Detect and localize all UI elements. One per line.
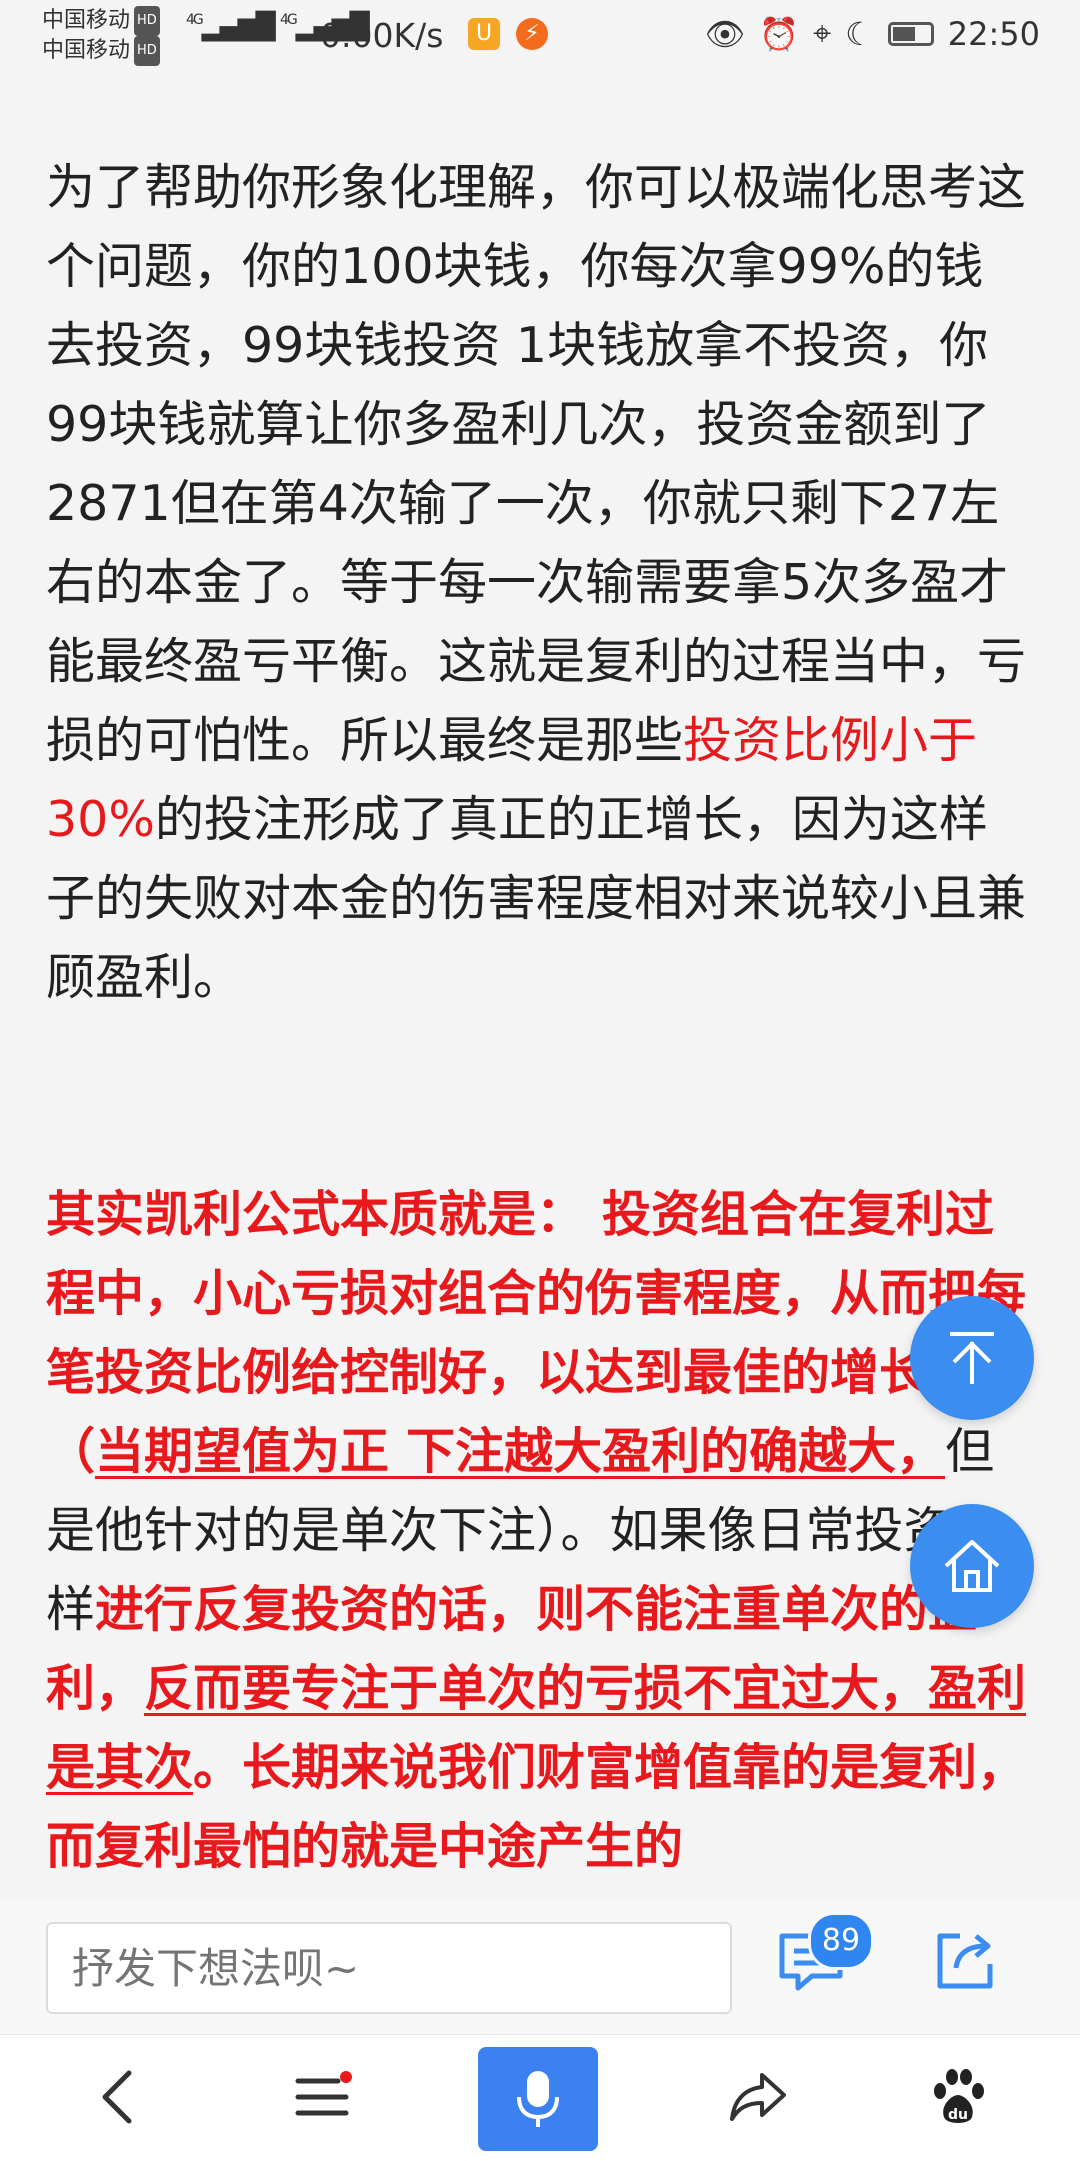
back-icon xyxy=(102,2070,132,2124)
menu-button[interactable] xyxy=(282,2057,362,2137)
back-to-top-icon xyxy=(950,1332,994,1384)
carrier-2-label: 中国移动 xyxy=(42,38,131,63)
status-icons: 👁 ⏰ ⌖ ☾ 22:50 xyxy=(705,14,1040,53)
hd-badge: HD xyxy=(134,36,160,66)
article-content: 为了帮助你形象化理解，你可以极端化思考这个问题，你的100块钱，你每次拿99%的… xyxy=(46,148,1030,1898)
location-icon: ⌖ xyxy=(813,14,832,52)
app-notification-icon: U xyxy=(468,18,500,50)
clock-time: 22:50 xyxy=(947,14,1040,53)
back-to-top-button[interactable] xyxy=(910,1296,1034,1420)
baidu-home-button[interactable]: du xyxy=(918,2057,998,2137)
article-paragraph-2: 其实凯利公式本质就是： 投资组合在复利过程中，小心亏损对组合的伤害程度，从而把每… xyxy=(46,1175,1030,1886)
share-box-icon xyxy=(937,1933,993,1989)
forward-share-button[interactable] xyxy=(718,2057,798,2137)
comment-input[interactable] xyxy=(46,1922,732,2014)
network-speed: 0.00K/s xyxy=(320,16,444,55)
status-bar: 中国移动 HD 中国移动 HD 4G▂▄▆█ 4G▂▄▆█ 0.00K/s U ⚡ … xyxy=(0,0,1080,72)
bottom-nav-bar: du xyxy=(0,2034,1080,2161)
article-paragraph-1: 为了帮助你形象化理解，你可以极端化思考这个问题，你的100块钱，你每次拿99%的… xyxy=(46,148,1030,1017)
comment-count-badge: 89 xyxy=(808,1912,874,1970)
highlighted-text: 。长期来说我们财富增值靠的是复利，而复利最怕的就是中途产生的 xyxy=(46,1739,1027,1875)
baidu-paw-icon: du xyxy=(934,2069,984,2123)
comment-bar: 89 xyxy=(0,1902,1080,2034)
home-icon xyxy=(944,1540,1000,1592)
carrier-info: 中国移动 HD 中国移动 HD xyxy=(42,6,160,66)
eye-icon: 👁 xyxy=(704,14,746,53)
back-button[interactable] xyxy=(78,2057,158,2137)
home-button[interactable] xyxy=(910,1504,1034,1628)
alarm-icon: ⏰ xyxy=(759,14,800,53)
moon-icon: ☾ xyxy=(845,14,874,53)
mic-icon xyxy=(517,2071,559,2127)
menu-icon xyxy=(295,2071,352,2116)
app-notification-icon: ⚡ xyxy=(516,18,548,50)
highlighted-underlined-text: 当期望值为正 下注越大盈利的确越大， xyxy=(95,1423,946,1480)
network-type-label: 4G xyxy=(280,12,298,28)
share-button[interactable] xyxy=(930,1926,1000,1996)
carrier-1-label: 中国移动 xyxy=(42,8,131,33)
paragraph-text: 的投注形成了真正的正增长，因为这样子的失败对本金的伤害程度相对来说较小且兼顾盈利… xyxy=(46,791,1027,1006)
voice-search-button[interactable] xyxy=(478,2047,598,2151)
paragraph-text: 为了帮助你形象化理解，你可以极端化思考这个问题，你的100块钱，你每次拿99%的… xyxy=(46,159,1027,769)
svg-text:du: du xyxy=(948,2107,968,2123)
battery-icon xyxy=(887,21,934,46)
network-type-label: 4G xyxy=(186,12,204,28)
share-icon xyxy=(730,2073,786,2121)
hd-badge: HD xyxy=(134,6,160,36)
